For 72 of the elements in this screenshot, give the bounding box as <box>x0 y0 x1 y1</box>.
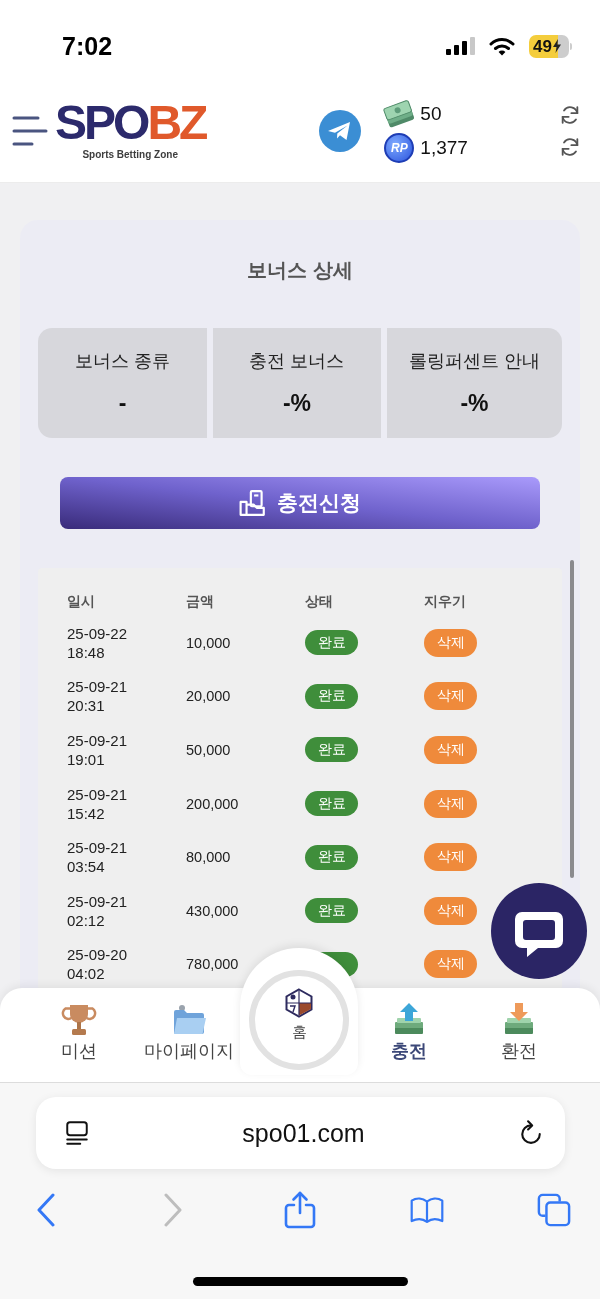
charging-bolt-icon <box>552 39 561 53</box>
detail-label: 충전 보너스 <box>249 350 345 372</box>
nav-item[interactable]: 마이페이지 <box>144 988 234 1062</box>
open-book-icon <box>410 1194 444 1226</box>
cash-stack-icon <box>383 100 416 128</box>
deposit-request-button[interactable]: 충전신청 <box>60 477 540 529</box>
datetime-cell: 25-09-22 18:48 <box>67 623 128 662</box>
refresh-icon[interactable] <box>559 104 581 126</box>
amount-cell: 430,000 <box>186 902 239 919</box>
detail-value: - <box>118 390 127 416</box>
speech-bubble-icon <box>514 911 564 957</box>
reader-icon[interactable] <box>64 1120 90 1146</box>
amount-cell: 10,000 <box>186 634 231 651</box>
delete-button[interactable]: 삭제 <box>424 843 477 872</box>
points-coin: RP <box>384 133 415 163</box>
nav-item[interactable]: 환전 <box>501 988 537 1062</box>
datetime-cell: 25-09-21 03:54 <box>67 838 128 877</box>
amount-cell: 780,000 <box>186 956 239 973</box>
share-icon <box>284 1191 316 1229</box>
balance-amount: 1,377 <box>420 137 468 159</box>
status-badge: 완료 <box>305 737 358 763</box>
datetime-cell: 25-09-21 15:42 <box>67 784 128 823</box>
delete-button[interactable]: 삭제 <box>424 896 477 925</box>
chevron-left-icon <box>36 1193 56 1227</box>
amount-cell: 80,000 <box>186 849 231 866</box>
logo-wordmark[interactable]: SPOBZ <box>55 102 206 143</box>
status-badge: 완료 <box>305 791 358 817</box>
status-badge: 완료 <box>305 683 358 709</box>
datetime-cell: 25-09-21 19:01 <box>67 731 128 769</box>
delete-button[interactable]: 삭제 <box>424 628 477 657</box>
signal-icon <box>446 37 475 55</box>
wifi-icon <box>489 36 515 56</box>
nav-item[interactable]: 충전 <box>391 988 427 1062</box>
datetime-cell: 25-09-21 02:12 <box>67 891 128 930</box>
home-button[interactable]: 홈 <box>240 948 358 1075</box>
delete-button[interactable]: 삭제 <box>424 682 477 711</box>
logo-tagline: Sports Betting Zone <box>82 148 178 160</box>
amount-cell: 200,000 <box>186 795 239 812</box>
chevron-right-icon <box>163 1193 183 1227</box>
column-header: 금액 <box>186 593 214 611</box>
address-bar[interactable]: spo01.com <box>36 1097 565 1169</box>
paper-plane-icon[interactable] <box>319 110 362 152</box>
card-title: 보너스 상세 <box>246 258 354 283</box>
status-badge: 완료 <box>305 898 358 924</box>
delete-button[interactable]: 삭제 <box>424 789 477 818</box>
column-header: 지우기 <box>424 593 466 611</box>
datetime-cell: 25-09-20 04:02 <box>67 945 128 984</box>
scrollbar-thumb[interactable] <box>570 560 574 878</box>
delete-button[interactable]: 삭제 <box>424 950 477 979</box>
trophy-icon <box>61 1002 97 1038</box>
clock-time: 7:02 <box>62 31 113 61</box>
column-header: 상태 <box>305 593 333 611</box>
url-text: spo01.com <box>241 1118 366 1148</box>
datetime-cell: 25-09-21 20:31 <box>67 677 128 716</box>
balance-amount: 50 <box>420 103 442 125</box>
detail-value: -% <box>282 390 312 416</box>
tabs-icon <box>537 1192 571 1228</box>
nav-item[interactable]: 미션 <box>61 988 97 1062</box>
detail-value: -% <box>460 390 489 416</box>
menu-icon[interactable] <box>12 116 48 146</box>
delete-button[interactable]: 삭제 <box>424 736 477 764</box>
status-badge: 완료 <box>305 844 358 870</box>
battery-percentage: 49 <box>533 37 552 55</box>
status-badge: 완료 <box>305 630 358 656</box>
detail-label: 보너스 종류 <box>75 350 170 372</box>
hand-card-icon <box>239 489 267 517</box>
hexagon-emblem-icon <box>284 988 314 1018</box>
detail-label: 롤링퍼센트 안내 <box>409 350 540 372</box>
refresh-icon[interactable] <box>559 136 581 158</box>
amount-cell: 50,000 <box>186 742 231 758</box>
column-header: 일시 <box>67 593 95 611</box>
amount-cell: 20,000 <box>186 688 231 705</box>
